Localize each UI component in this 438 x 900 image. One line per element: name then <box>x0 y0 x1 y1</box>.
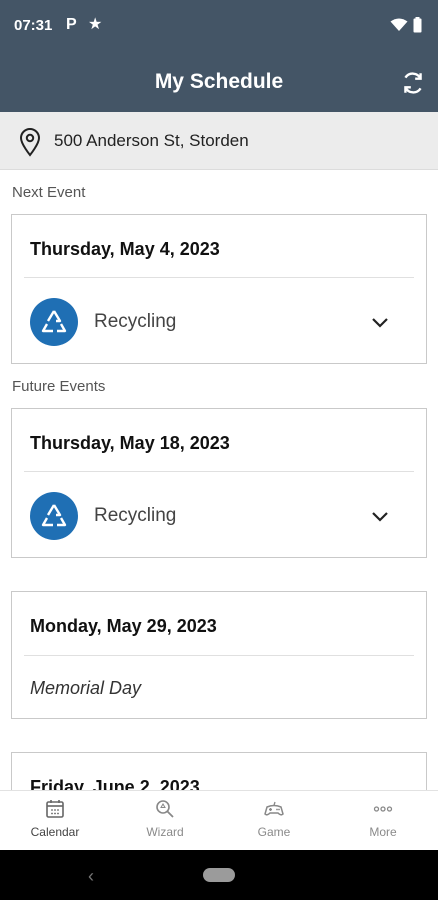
nav-label: Calendar <box>30 825 80 839</box>
card-divider <box>24 655 414 656</box>
card-divider <box>24 471 414 472</box>
chevron-down-icon[interactable] <box>370 510 390 524</box>
location-pin-icon <box>19 128 41 157</box>
home-button[interactable] <box>203 868 235 882</box>
nav-label: More <box>369 825 397 839</box>
search-recycle-icon <box>156 800 174 818</box>
nav-label: Wizard <box>146 825 184 839</box>
nav-more[interactable]: More <box>328 791 438 851</box>
parking-notification-icon: P <box>66 16 77 33</box>
recycling-icon <box>30 298 78 346</box>
nav-wizard[interactable]: Wizard <box>110 791 220 851</box>
chevron-down-icon[interactable] <box>370 316 390 330</box>
address-text: 500 Anderson St, Storden <box>54 131 249 150</box>
future-events-label: Future Events <box>12 378 106 395</box>
recycling-icon <box>30 492 78 540</box>
event-card[interactable]: Thursday, May 18, 2023 Recycling <box>11 408 427 558</box>
status-time: 07:31 <box>14 17 53 34</box>
event-date: Thursday, May 4, 2023 <box>30 239 220 259</box>
refresh-icon[interactable] <box>400 70 426 96</box>
holiday-name: Memorial Day <box>30 678 142 698</box>
star-notification-icon: ★ <box>88 16 103 33</box>
event-card[interactable]: Thursday, May 4, 2023 Recycling <box>11 214 427 364</box>
page-title: My Schedule <box>154 70 284 93</box>
app-header: 07:31 P ★ My Schedule <box>0 0 438 112</box>
nav-game[interactable]: Game <box>219 791 329 851</box>
battery-icon <box>413 17 422 33</box>
event-date: Thursday, May 18, 2023 <box>30 433 230 453</box>
system-navigation-bar: ‹ <box>0 850 438 900</box>
next-event-label: Next Event <box>12 184 86 201</box>
back-icon[interactable]: ‹ <box>88 866 94 887</box>
event-date: Monday, May 29, 2023 <box>30 616 217 636</box>
holiday-card[interactable]: Monday, May 29, 2023 Memorial Day <box>11 591 427 719</box>
calendar-icon <box>46 800 64 818</box>
wifi-icon <box>390 18 408 31</box>
address-bar[interactable]: 500 Anderson St, Storden <box>0 112 438 170</box>
status-bar: 07:31 P ★ <box>0 0 438 52</box>
event-type: Recycling <box>94 505 177 526</box>
nav-label: Game <box>257 825 291 839</box>
gamepad-icon <box>264 801 284 816</box>
event-type: Recycling <box>94 311 177 332</box>
nav-calendar[interactable]: Calendar <box>0 791 110 851</box>
card-divider <box>24 277 414 278</box>
bottom-navigation: Calendar Wizard Game More <box>0 790 438 850</box>
more-dots-icon <box>373 806 393 812</box>
